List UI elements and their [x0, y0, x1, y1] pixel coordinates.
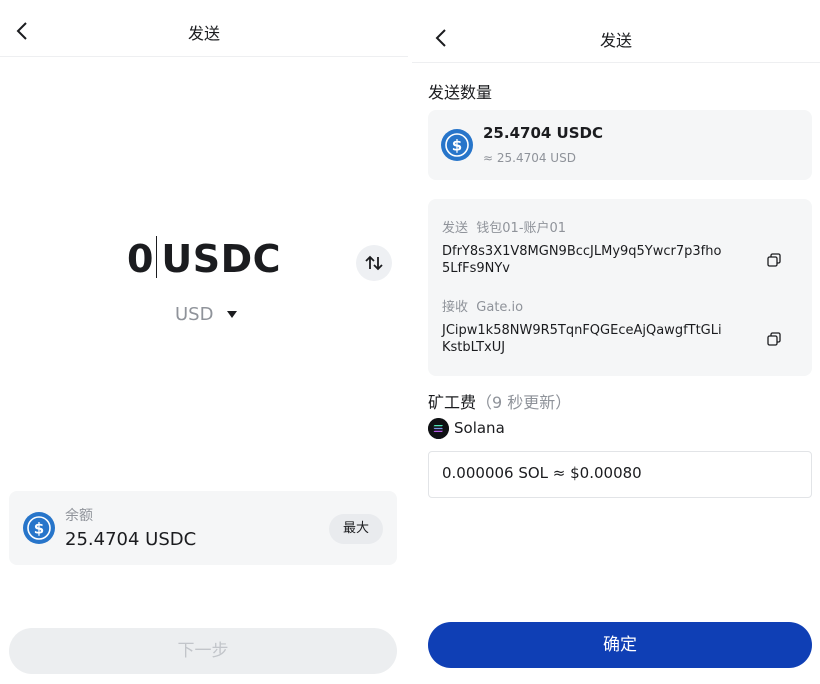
transfer-details-card: 发送 钱包01-账户01 DfrY8s3X1V8MGN9BccJLMy9q5Yw… [428, 199, 812, 376]
next-step-button[interactable]: 下一步 [9, 628, 397, 674]
header: 发送 [0, 0, 408, 57]
fee-title: 矿工费（9 秒更新） [428, 389, 571, 413]
fee-field[interactable]: 0.000006 SOL ≈ $0.00080 [428, 451, 812, 498]
balance-card: $ 余额 25.4704 USDC 最大 [9, 491, 397, 565]
balance-label: 余额 [65, 508, 93, 524]
from-label: 发送 [442, 221, 469, 236]
amount-value[interactable]: 0 [127, 237, 154, 281]
header: 发送 [412, 6, 820, 63]
from-address-line2: 5LfFs9NYv [442, 261, 510, 276]
to-address-line2: KstbLTxUJ [442, 340, 506, 355]
to-wallet-name: Gate.io [476, 300, 524, 315]
swap-icon [365, 255, 383, 271]
send-amount-fiat: ≈ 25.4704 USD [483, 151, 576, 165]
copy-icon[interactable] [766, 331, 782, 347]
usdc-coin-icon: $ [23, 512, 55, 544]
copy-icon[interactable] [766, 252, 782, 268]
usdc-coin-icon: $ [441, 129, 473, 161]
send-amount-card: $ 25.4704 USDC ≈ 25.4704 USD [428, 110, 812, 180]
balance-value: 25.4704 USDC [65, 529, 197, 550]
amount-display[interactable]: 0 USDC [0, 236, 408, 281]
to-label: 接收 [442, 300, 469, 315]
send-amount-value: 25.4704 USDC [483, 124, 603, 142]
to-address[interactable]: JCipw1k58NW9R5TqnFQGEceAjQawgfTtGLi Kstb… [442, 322, 742, 356]
dropdown-triangle-icon [227, 311, 238, 318]
unit-selector[interactable]: USD [175, 304, 238, 325]
fee-value: 0.000006 SOL ≈ $0.00080 [442, 464, 642, 482]
swap-unit-button[interactable] [356, 245, 392, 281]
text-caret [155, 236, 158, 278]
fee-title-text: 矿工费 [428, 393, 477, 412]
to-row-label: 接收 Gate.io [442, 296, 523, 315]
send-amount-title: 发送数量 [428, 83, 493, 102]
page-title: 发送 [599, 31, 632, 50]
max-button[interactable]: 最大 [329, 514, 383, 544]
amount-currency: USDC [161, 237, 282, 281]
unit-selector-value: USD [175, 304, 214, 325]
from-address-line1: DfrY8s3X1V8MGN9BccJLMy9q5Ywcr7p3fho [442, 244, 722, 259]
solana-icon [428, 418, 449, 439]
svg-text:$: $ [452, 137, 462, 155]
from-row-label: 发送 钱包01-账户01 [442, 217, 566, 236]
to-address-line1: JCipw1k58NW9R5TqnFQGEceAjQawgfTtGLi [442, 323, 722, 338]
svg-text:$: $ [34, 520, 44, 538]
confirm-button[interactable]: 确定 [428, 622, 812, 668]
send-confirm-screen: 发送 发送数量 $ 25.4704 USDC ≈ 25.4704 USD 发送 … [412, 0, 820, 684]
from-wallet-name: 钱包01-账户01 [476, 221, 567, 236]
fee-refresh-note: （9 秒更新） [476, 393, 572, 412]
send-amount-screen: 发送 0 USDC USD $ 余额 25.4704 USDC 最大 下一步 [0, 0, 408, 684]
network-name: Solana [454, 419, 505, 437]
page-title: 发送 [187, 24, 220, 43]
from-address[interactable]: DfrY8s3X1V8MGN9BccJLMy9q5Ywcr7p3fho 5LfF… [442, 243, 742, 277]
